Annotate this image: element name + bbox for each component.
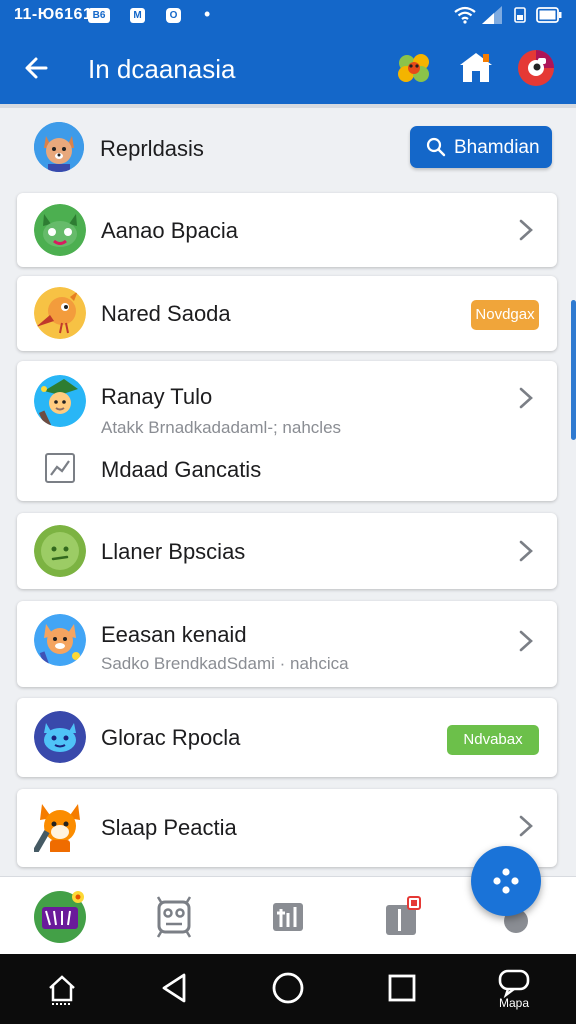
list-item[interactable]: Ranay Tulo Atakk Brnadkadadaml-; nahcles… <box>17 361 557 501</box>
fox-avatar-icon <box>34 122 84 172</box>
blue-robot-avatar-icon <box>34 711 86 763</box>
recents-square-icon[interactable] <box>382 968 422 1008</box>
battery-icon <box>536 7 562 23</box>
wifi-icon <box>454 6 476 24</box>
list-item-title: Nared Saoda <box>101 301 231 326</box>
avatar[interactable] <box>34 122 84 172</box>
avatar <box>34 525 86 577</box>
search-button-label: Bhamdian <box>454 137 540 158</box>
more-dots-icon: • <box>204 4 211 24</box>
avatar <box>34 800 86 852</box>
app-bar: In dcaanasia <box>0 32 576 104</box>
avatar <box>34 711 86 763</box>
status-badge: Ndvabax <box>447 725 539 755</box>
status-badge: Novdgax <box>471 300 539 330</box>
list-item-title: Eeasan kenaid <box>101 622 247 647</box>
list-item[interactable]: Eeasan kenaid Sadko BrendkadSdami · nahc… <box>17 601 557 687</box>
profile-icon[interactable] <box>516 48 556 88</box>
list-item-title: Ranay Tulo <box>101 384 213 409</box>
chevron-right-icon <box>519 815 533 837</box>
grid-icon[interactable] <box>146 889 202 945</box>
status-time: 11-Ю6161 <box>14 6 93 23</box>
search-icon <box>426 137 446 157</box>
avatar <box>34 375 86 427</box>
chevron-right-icon <box>519 387 533 409</box>
chevron-right-icon <box>519 219 533 241</box>
home-circle-icon[interactable] <box>268 968 308 1008</box>
scrollbar[interactable] <box>571 300 576 440</box>
list-item-title: Glorac Rpocla <box>101 725 241 750</box>
list-item[interactable]: Glorac Rpocla Ndvabax <box>17 698 557 777</box>
flower-icon[interactable] <box>394 48 434 88</box>
chart-icon <box>45 453 75 483</box>
list-item[interactable]: Aanao Bpacia <box>17 193 557 267</box>
fox-hero-avatar-icon <box>34 804 80 852</box>
status-badge: B6 <box>88 8 110 23</box>
header-row: Reprldasis Bhamdian <box>0 110 576 186</box>
back-key-icon[interactable] <box>154 968 194 1008</box>
system-nav: Mapa <box>0 954 576 1024</box>
message-key-label: Mapa <box>498 996 530 1010</box>
hunter-avatar-icon <box>34 375 86 427</box>
appbar-shadow <box>0 104 576 108</box>
stats-icon[interactable] <box>260 889 316 945</box>
dots-icon <box>493 868 519 894</box>
notification-icon[interactable] <box>374 889 430 945</box>
status-app-icon: O <box>166 8 181 23</box>
chevron-right-icon <box>519 630 533 652</box>
list-item[interactable]: Nared Saoda Novdgax <box>17 276 557 351</box>
page-title: In dcaanasia <box>88 54 236 84</box>
cat-avatar-icon <box>34 614 86 666</box>
home-icon[interactable] <box>456 48 496 88</box>
list-item-title: Slaap Peactia <box>101 815 237 840</box>
avatar <box>34 614 86 666</box>
signal-icon <box>482 6 502 24</box>
bird-avatar-icon <box>34 287 86 339</box>
status-bar: 11-Ю6161 B6 M O • <box>0 0 576 32</box>
home-app-icon[interactable] <box>32 889 88 945</box>
list-item-subtitle: Atakk Brnadkadadaml-; nahcles <box>101 418 342 437</box>
list-item-title: Aanao Bpacia <box>101 218 238 243</box>
avatar <box>34 287 86 339</box>
list-item-title: Llaner Bpscias <box>101 539 246 564</box>
green-face-avatar-icon <box>34 525 86 577</box>
fab-button[interactable] <box>471 846 541 916</box>
status-notification-icon: M <box>130 8 145 23</box>
sim-icon <box>514 7 526 23</box>
search-button[interactable]: Bhamdian <box>410 126 552 168</box>
chart-link-label[interactable]: Mdaad Gancatis <box>101 457 261 483</box>
list-item-subtitle: Sadko BrendkadSdami · nahcica <box>101 654 349 673</box>
home-key-icon[interactable] <box>42 968 82 1008</box>
header-label: Reprldasis <box>100 136 204 161</box>
list-item[interactable]: Llaner Bpscias <box>17 513 557 589</box>
avatar <box>34 204 86 256</box>
chevron-right-icon <box>519 540 533 562</box>
green-robot-avatar-icon <box>34 204 86 256</box>
back-arrow-icon[interactable] <box>18 48 58 88</box>
